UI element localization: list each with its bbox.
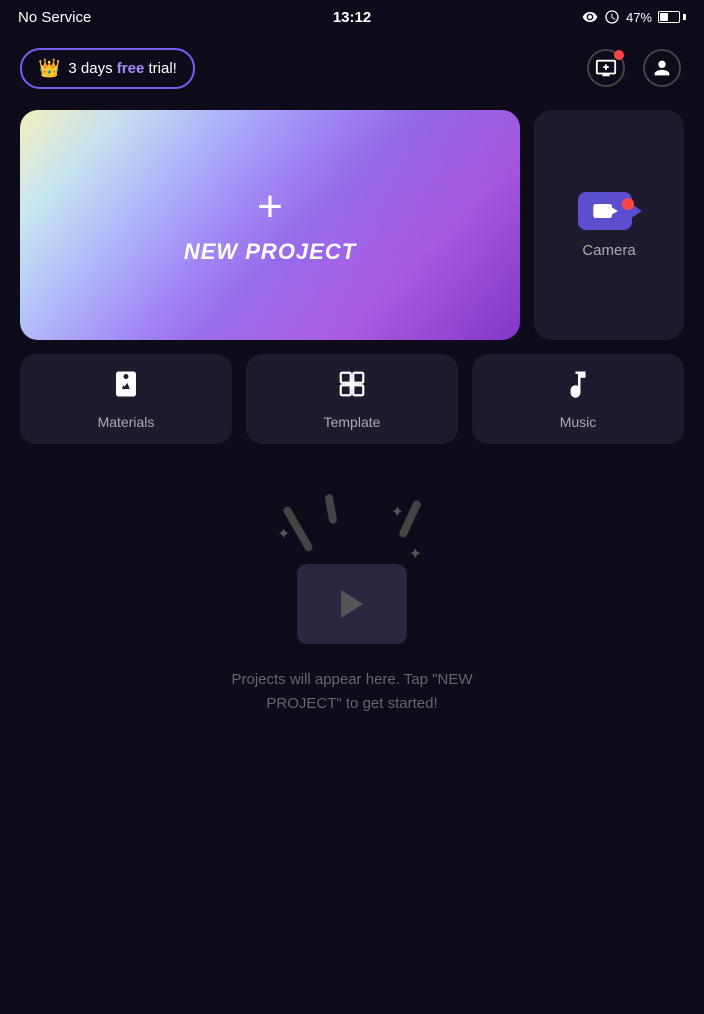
new-project-button[interactable]: + NEW PROJECT <box>20 110 520 340</box>
materials-icon <box>111 369 141 406</box>
header: 👑 3 days free trial! <box>0 34 704 110</box>
battery-icon <box>658 11 686 23</box>
video-placeholder <box>297 564 407 644</box>
materials-label: Materials <box>98 414 155 430</box>
new-project-label: NEW PROJECT <box>184 239 356 265</box>
notifications-button[interactable] <box>584 46 628 90</box>
trial-badge[interactable]: 👑 3 days free trial! <box>20 48 195 89</box>
trial-text: 3 days free trial! <box>68 60 176 77</box>
alarm-icon <box>604 9 620 25</box>
materials-button[interactable]: Materials <box>20 354 232 444</box>
time-text: 13:12 <box>333 9 371 26</box>
music-label: Music <box>560 414 597 430</box>
carrier-text: No Service <box>18 9 91 26</box>
empty-state: ✦ ✦ ✦ Projects will appear here. Tap "NE… <box>20 474 684 736</box>
status-bar: No Service 13:12 47% <box>0 0 704 34</box>
camera-button[interactable]: Camera <box>534 110 684 340</box>
template-icon <box>337 369 367 406</box>
sparkle-3 <box>324 494 337 525</box>
header-icons <box>584 46 684 90</box>
top-row: + NEW PROJECT Camera <box>20 110 684 340</box>
crown-icon: 👑 <box>38 58 60 79</box>
star-3: ✦ <box>409 544 422 564</box>
star-2: ✦ <box>391 502 404 522</box>
music-button[interactable]: Music <box>472 354 684 444</box>
bottom-row: Materials Template <box>20 354 684 444</box>
empty-state-text: Projects will appear here. Tap "NEW PROJ… <box>192 668 512 716</box>
play-icon <box>341 590 363 618</box>
main-content: + NEW PROJECT Camera <box>0 110 704 736</box>
user-icon <box>651 57 673 79</box>
plus-icon: + <box>257 185 283 229</box>
camera-label: Camera <box>582 242 635 259</box>
notification-dot <box>614 50 624 60</box>
camera-icon <box>578 192 632 230</box>
status-right: 47% <box>582 9 686 25</box>
star-1: ✦ <box>277 524 290 544</box>
empty-illustration: ✦ ✦ ✦ <box>272 494 432 644</box>
profile-button[interactable] <box>640 46 684 90</box>
battery-percent: 47% <box>626 10 652 25</box>
template-label: Template <box>324 414 381 430</box>
tv-icon <box>595 57 617 79</box>
eye-icon <box>582 9 598 25</box>
template-button[interactable]: Template <box>246 354 458 444</box>
trial-free-word: free <box>117 60 145 77</box>
music-icon <box>563 369 593 406</box>
